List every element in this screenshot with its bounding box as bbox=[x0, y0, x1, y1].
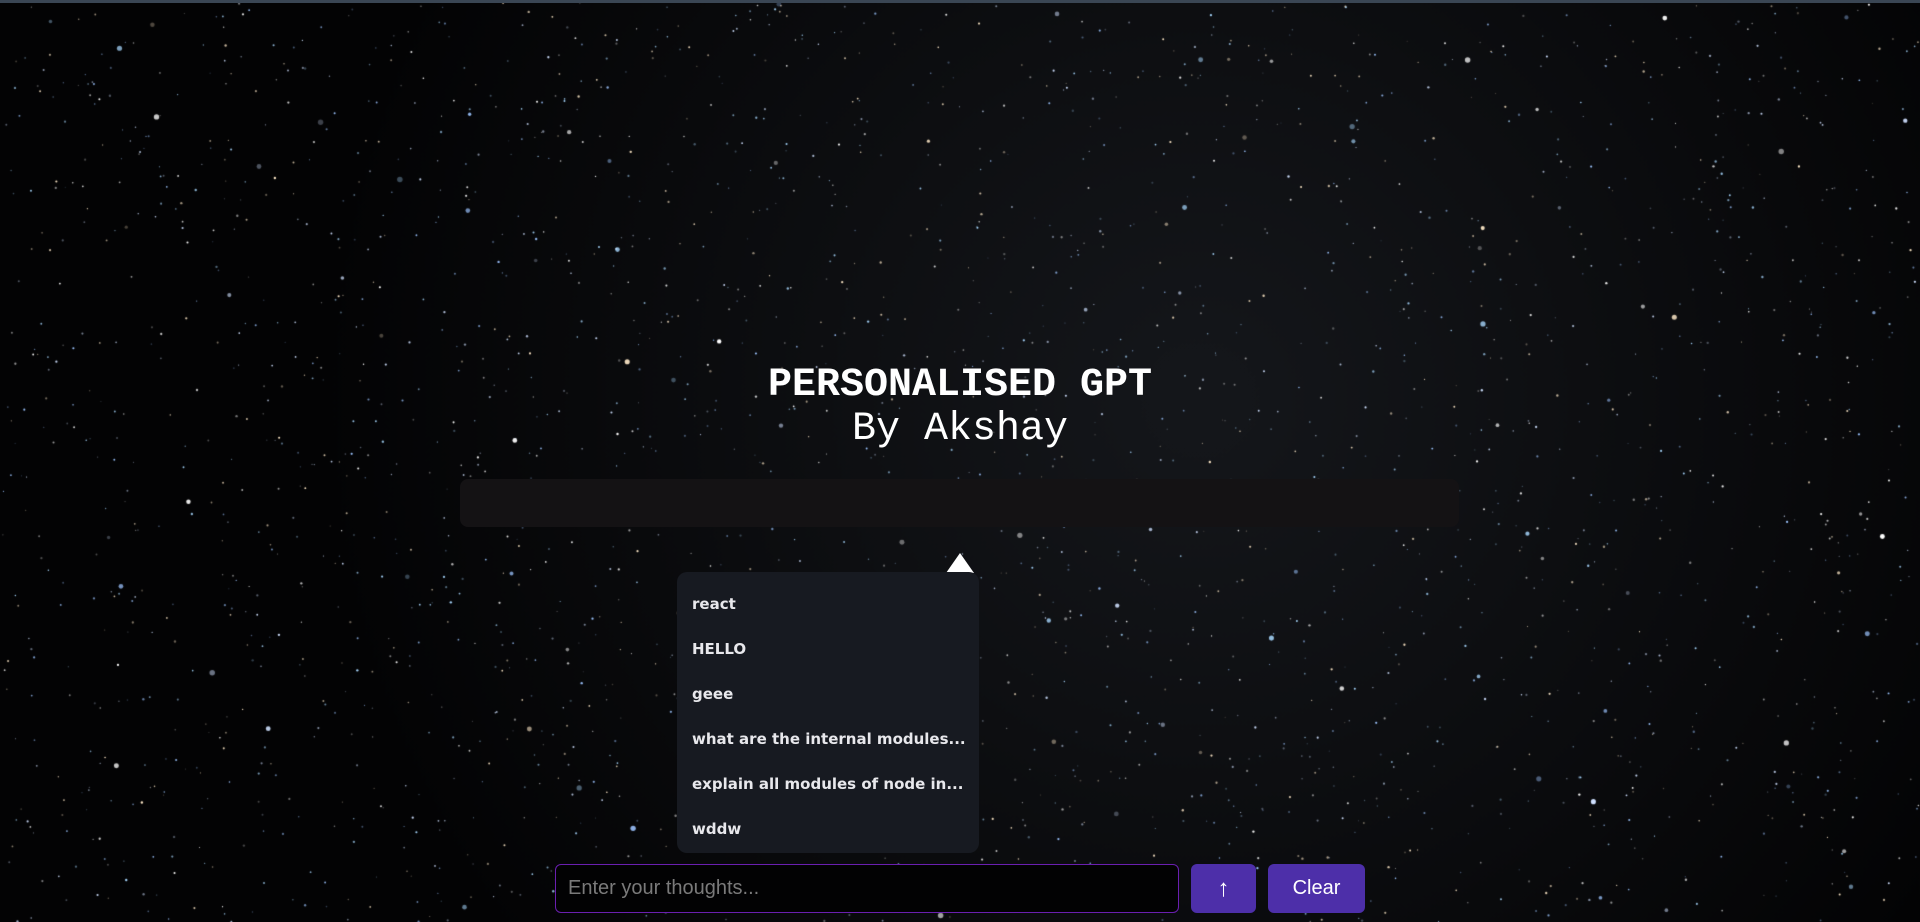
history-item[interactable]: HELLO bbox=[677, 627, 979, 672]
history-item[interactable]: react bbox=[677, 582, 979, 627]
history-item[interactable]: explain all modules of node in... bbox=[677, 762, 979, 807]
history-item[interactable]: geee bbox=[677, 672, 979, 717]
send-button[interactable]: ↑ bbox=[1191, 864, 1256, 913]
history-dropdown: react HELLO geee what are the internal m… bbox=[677, 572, 979, 853]
app-title: PERSONALISED GPT bbox=[767, 363, 1153, 408]
arrow-up-icon: ↑ bbox=[1217, 874, 1230, 902]
clear-button[interactable]: Clear bbox=[1268, 864, 1365, 913]
response-output-area bbox=[460, 479, 1459, 527]
history-item[interactable]: what are the internal modules... bbox=[677, 717, 979, 762]
window-top-border bbox=[0, 0, 1920, 3]
history-toggle-triangle-icon[interactable] bbox=[946, 553, 974, 573]
history-item[interactable]: wddw bbox=[677, 807, 979, 852]
app-subtitle: By Akshay bbox=[851, 407, 1069, 452]
prompt-input[interactable] bbox=[555, 864, 1179, 913]
